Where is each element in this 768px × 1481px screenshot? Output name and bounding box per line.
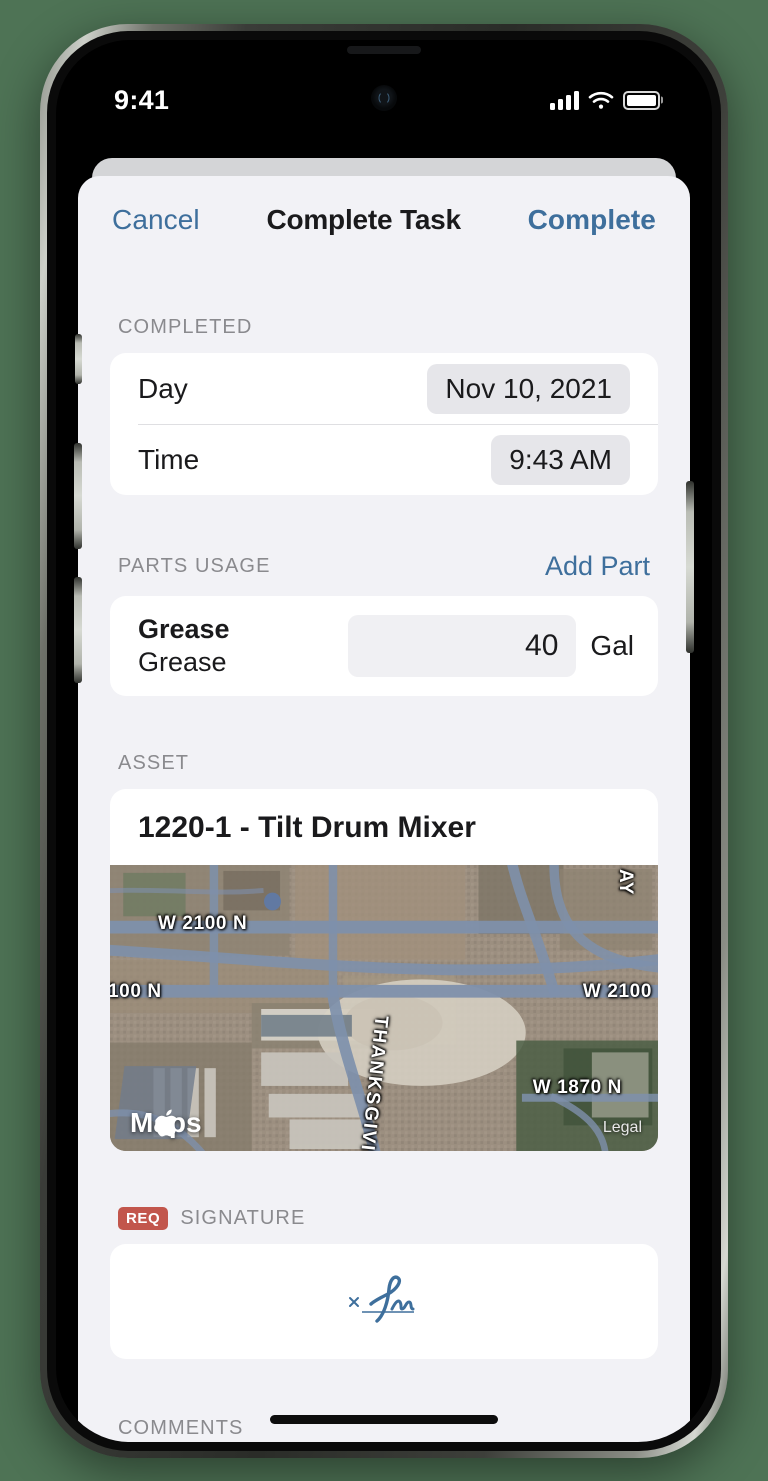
asset-card[interactable]: 1220-1 - Tilt Drum Mixer W 2100 N 100 N … — [110, 789, 658, 1151]
day-label: Day — [138, 372, 188, 404]
cellular-signal-icon — [550, 90, 579, 110]
day-value-picker[interactable]: Nov 10, 2021 — [427, 363, 630, 414]
time-label: Time — [138, 443, 200, 475]
volume-up-button[interactable] — [74, 443, 82, 549]
signature-section-label: REQ SIGNATURE — [118, 1207, 305, 1230]
row-time[interactable]: Time 9:43 AM — [110, 424, 658, 495]
map-label-ay: AY — [615, 869, 636, 895]
signature-line-icon — [336, 1271, 432, 1332]
volume-down-button[interactable] — [74, 577, 82, 683]
completed-section-header: COMPLETED — [78, 316, 690, 339]
status-bar-time: 9:41 — [114, 84, 170, 115]
parts-usage-section-header: PARTS USAGE Add Part — [78, 551, 690, 582]
time-value-picker[interactable]: 9:43 AM — [491, 434, 630, 485]
part-title: Grease — [138, 614, 230, 644]
screenshot-stage: 9:41 Cancel Complete Task Complete COMPL… — [0, 0, 768, 1481]
part-row[interactable]: Grease Grease Gal — [110, 596, 658, 696]
power-button[interactable] — [686, 481, 694, 653]
wifi-icon — [588, 91, 614, 110]
required-badge: REQ — [118, 1207, 169, 1230]
phone-bezel: 9:41 Cancel Complete Task Complete COMPL… — [47, 31, 721, 1451]
front-camera-icon — [371, 85, 397, 111]
parts-usage-section-label: PARTS USAGE — [118, 555, 271, 577]
part-subtitle: Grease — [138, 647, 227, 677]
battery-icon — [623, 90, 660, 110]
map-label-w-1870-n: W 1870 N — [532, 1077, 622, 1098]
complete-button[interactable]: Complete — [528, 204, 656, 236]
signature-section-header: REQ SIGNATURE — [78, 1207, 690, 1230]
add-part-button[interactable]: Add Part — [545, 551, 650, 582]
apple-logo-icon — [155, 1109, 177, 1137]
parts-usage-card: Grease Grease Gal — [110, 596, 658, 696]
complete-task-modal-sheet: Cancel Complete Task Complete COMPLETED … — [78, 176, 690, 1442]
mute-switch-button[interactable] — [75, 334, 82, 384]
map-legal-link[interactable]: Legal — [603, 1119, 642, 1137]
row-day[interactable]: Day Nov 10, 2021 — [110, 353, 658, 424]
apple-maps-attribution: Maps — [130, 1107, 202, 1139]
page-title: Complete Task — [266, 204, 461, 235]
map-label-w-2100-n: W 2100 N — [158, 913, 248, 934]
asset-section-header: ASSET — [78, 752, 690, 775]
phone-screen: 9:41 Cancel Complete Task Complete COMPL… — [56, 40, 712, 1442]
part-unit-label: Gal — [590, 630, 634, 661]
earpiece-speaker-icon — [347, 46, 421, 54]
modal-navigation-bar: Cancel Complete Task Complete — [78, 176, 690, 260]
cancel-button[interactable]: Cancel — [112, 204, 200, 236]
signature-capture-field[interactable] — [110, 1244, 658, 1359]
part-quantity-input[interactable] — [348, 615, 577, 677]
asset-location-map[interactable]: W 2100 N 100 N W 2100 THANKSGIVING WAY W… — [110, 865, 658, 1151]
home-indicator[interactable] — [270, 1415, 498, 1424]
notch — [266, 40, 502, 74]
map-label-100-n: 100 N — [110, 981, 162, 1002]
completed-card: Day Nov 10, 2021 Time 9:43 AM — [110, 353, 658, 495]
asset-title: 1220-1 - Tilt Drum Mixer — [138, 811, 476, 844]
phone-device-frame: 9:41 Cancel Complete Task Complete COMPL… — [40, 24, 728, 1458]
part-quantity-group: Gal — [348, 615, 634, 677]
asset-section-label: ASSET — [118, 752, 190, 774]
completed-section-label: COMPLETED — [118, 316, 253, 338]
part-name-group: Grease Grease — [138, 614, 230, 678]
status-bar-indicators — [550, 90, 660, 110]
map-label-w-2100: W 2100 — [582, 981, 652, 1002]
signature-label: SIGNATURE — [180, 1207, 306, 1229]
